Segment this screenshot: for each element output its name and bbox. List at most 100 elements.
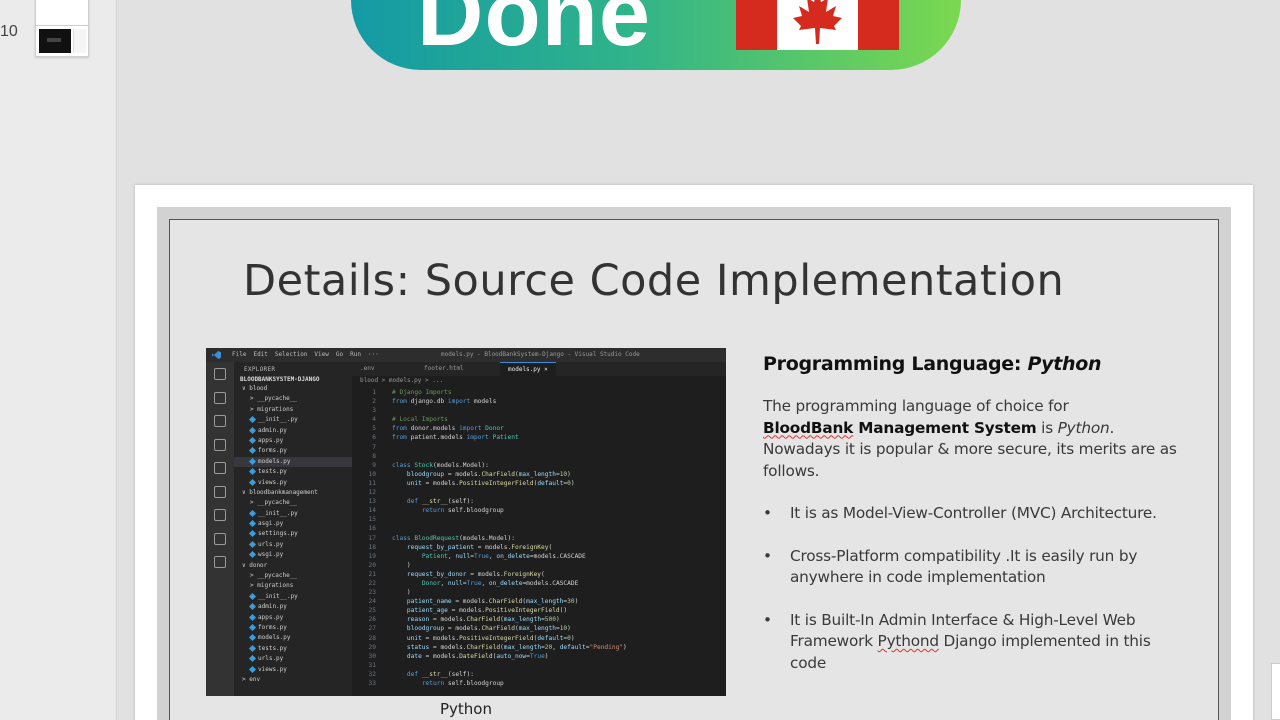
docker-icon (214, 556, 226, 568)
explorer-tree-item: urls.py (234, 540, 352, 550)
python-file-icon (248, 509, 257, 517)
python-file-icon (248, 457, 257, 465)
code-line: 30 date = models.DateField(auto_now=True… (368, 652, 549, 660)
editor-code: 1 # Django Imports 2 from django.db import … (352, 388, 726, 688)
editor-tab: models.py × (500, 362, 556, 376)
explorer-tree: ∨ blood > __pycache__ > migrations __init__… (234, 383, 352, 685)
slide-background: Details: Source Code Implementation File… (157, 207, 1231, 720)
source-control-icon (214, 415, 226, 427)
code-line: 29 status = models.CharField(max_length=… (368, 643, 627, 651)
python-file-icon (248, 520, 257, 528)
explorer-tree-item: wsgi.py (234, 550, 352, 560)
explorer-tree-item: tests.py (234, 467, 352, 477)
explorer-tree-item: > __pycache__ (250, 572, 297, 580)
bullet-item-mvc: • It is as Model-View-Controller (MVC) Ar… (763, 503, 1183, 525)
code-line: 6 from patient.models import Patient (372, 434, 519, 442)
code-line: 12 (368, 489, 376, 497)
explorer-tree-item: urls.py (234, 654, 352, 664)
explorer-tree-item: forms.py (234, 623, 352, 633)
python-file-icon (248, 447, 257, 455)
slide-canvas[interactable]: Details: Source Code Implementation File… (135, 185, 1253, 720)
python-file-icon (248, 665, 257, 673)
slide-thumbnail-10[interactable] (35, 25, 89, 57)
python-file-icon (248, 603, 257, 611)
slide-thumbnail-number: 10 (0, 23, 18, 40)
thumbnail-light-area (73, 29, 86, 53)
explorer-tree-item: models.py (234, 456, 352, 468)
code-line: 21 request_by_donor = models.ForeignKey( (368, 570, 545, 578)
bullet-icon: • (763, 546, 772, 565)
explorer-tree-item: admin.py (234, 602, 352, 612)
explorer-tree-item: forms.py (234, 446, 352, 456)
language-heading: Programming Language: Python (763, 353, 1102, 375)
extensions-icon (214, 462, 226, 474)
code-line: 2 from django.db import models (372, 398, 497, 406)
code-line: 5 from donor.models import Donor (372, 425, 504, 433)
code-line: 26 reason = models.CharField(max_length=… (368, 616, 560, 624)
image-caption[interactable]: Python (440, 700, 492, 718)
explorer-tree-item: views.py (234, 665, 352, 675)
explorer-tree-item: settings.py (234, 529, 352, 539)
vscode-screenshot-image[interactable]: File Edit Selection View Go Run ··· models.py … (206, 348, 726, 696)
slide-title[interactable]: Details: Source Code Implementation (243, 256, 1064, 306)
editor-tab: .env (360, 365, 375, 372)
slide-content-box[interactable]: Details: Source Code Implementation File… (169, 219, 1219, 720)
explorer-tree-item: ∨ bloodbankmanagement (242, 488, 318, 496)
remote-icon (214, 485, 226, 498)
bullet-icon: • (763, 504, 772, 522)
editor-tabs: .env footer.html models.py × (352, 362, 726, 376)
explorer-tree-item: > __pycache__ (250, 499, 297, 507)
vscode-editor: .env footer.html models.py × blood > model… (352, 362, 726, 696)
slide-thumbnail-pane: 10 (0, 0, 117, 720)
python-file-icon (248, 468, 257, 476)
vscode-menu-item: Edit (253, 351, 268, 358)
code-line: 14 return self.bloodgroup (368, 507, 504, 515)
search-icon (214, 391, 226, 404)
code-line: 23 ) (368, 589, 411, 597)
files-icon (214, 368, 226, 380)
vscode-menu-item: File (232, 351, 247, 358)
code-line: 33 return self.bloodgroup (368, 680, 504, 687)
code-line: 17 class BloodRequest(models.Model): (368, 534, 515, 542)
bullet-item-cross-platform: • Cross-Platform compatibility .It is eas… (763, 546, 1138, 587)
slide-body-text[interactable]: Programming Language: Python The program… (763, 353, 1183, 674)
explorer-tree-item: ∨ donor (242, 561, 268, 569)
code-line: 8 (372, 452, 376, 460)
vscode-menu-item: View (314, 351, 329, 358)
intro-paragraph: The programming language of choice for B… (763, 397, 1177, 480)
explorer-tree-item: asgi.py (234, 519, 352, 529)
python-file-icon (248, 436, 257, 444)
code-line: 9 class Stock(models.Model): (372, 461, 489, 469)
vscode-explorer: EXPLORER BLOODBANKSYSTEM-DJANGO ∨ blood >… (234, 362, 352, 696)
charts-icon (214, 532, 226, 545)
bullet-item-admin-interface: • It is Built-In Admin Interface & High-L… (763, 610, 1151, 672)
python-file-icon (248, 655, 257, 663)
editor-tab: footer.html (424, 365, 464, 372)
explorer-tree-item: > migrations (250, 405, 294, 413)
explorer-tree-item: __init__.py (234, 415, 352, 425)
code-line: 13 def __str__(self): (368, 498, 474, 506)
python-file-icon (248, 540, 257, 548)
vertical-scrollbar[interactable] (1271, 663, 1280, 720)
code-line: 20 ) (368, 561, 411, 569)
run-debug-icon (214, 438, 226, 451)
code-line: 1 # Django Imports (372, 389, 452, 396)
explorer-tree-item: apps.py (234, 613, 352, 623)
done-text: Done (417, 0, 651, 65)
python-file-icon (248, 530, 257, 538)
code-line: 27 bloodgroup = models.CharField(max_len… (368, 625, 571, 633)
vscode-menu-item: Selection (274, 351, 308, 358)
slide-thumbnail-previous[interactable] (35, 0, 89, 26)
python-file-icon (248, 551, 257, 559)
explorer-header: EXPLORER (244, 366, 276, 373)
explorer-tree-item: > migrations (250, 582, 294, 590)
explorer-tree-item: __init__.py (234, 592, 352, 602)
code-line: 15 (368, 516, 376, 524)
code-line: 19 Patient, null=True, on_delete=models.… (368, 552, 586, 560)
explorer-tree-item: apps.py (234, 436, 352, 446)
code-line: 25 patient_age = models.PositiveIntegerF… (368, 607, 568, 615)
explorer-tree-item: __init__.py (234, 509, 352, 519)
vscode-menu-item: ··· (367, 351, 379, 358)
python-file-icon (248, 634, 257, 642)
testing-icon (214, 509, 226, 521)
